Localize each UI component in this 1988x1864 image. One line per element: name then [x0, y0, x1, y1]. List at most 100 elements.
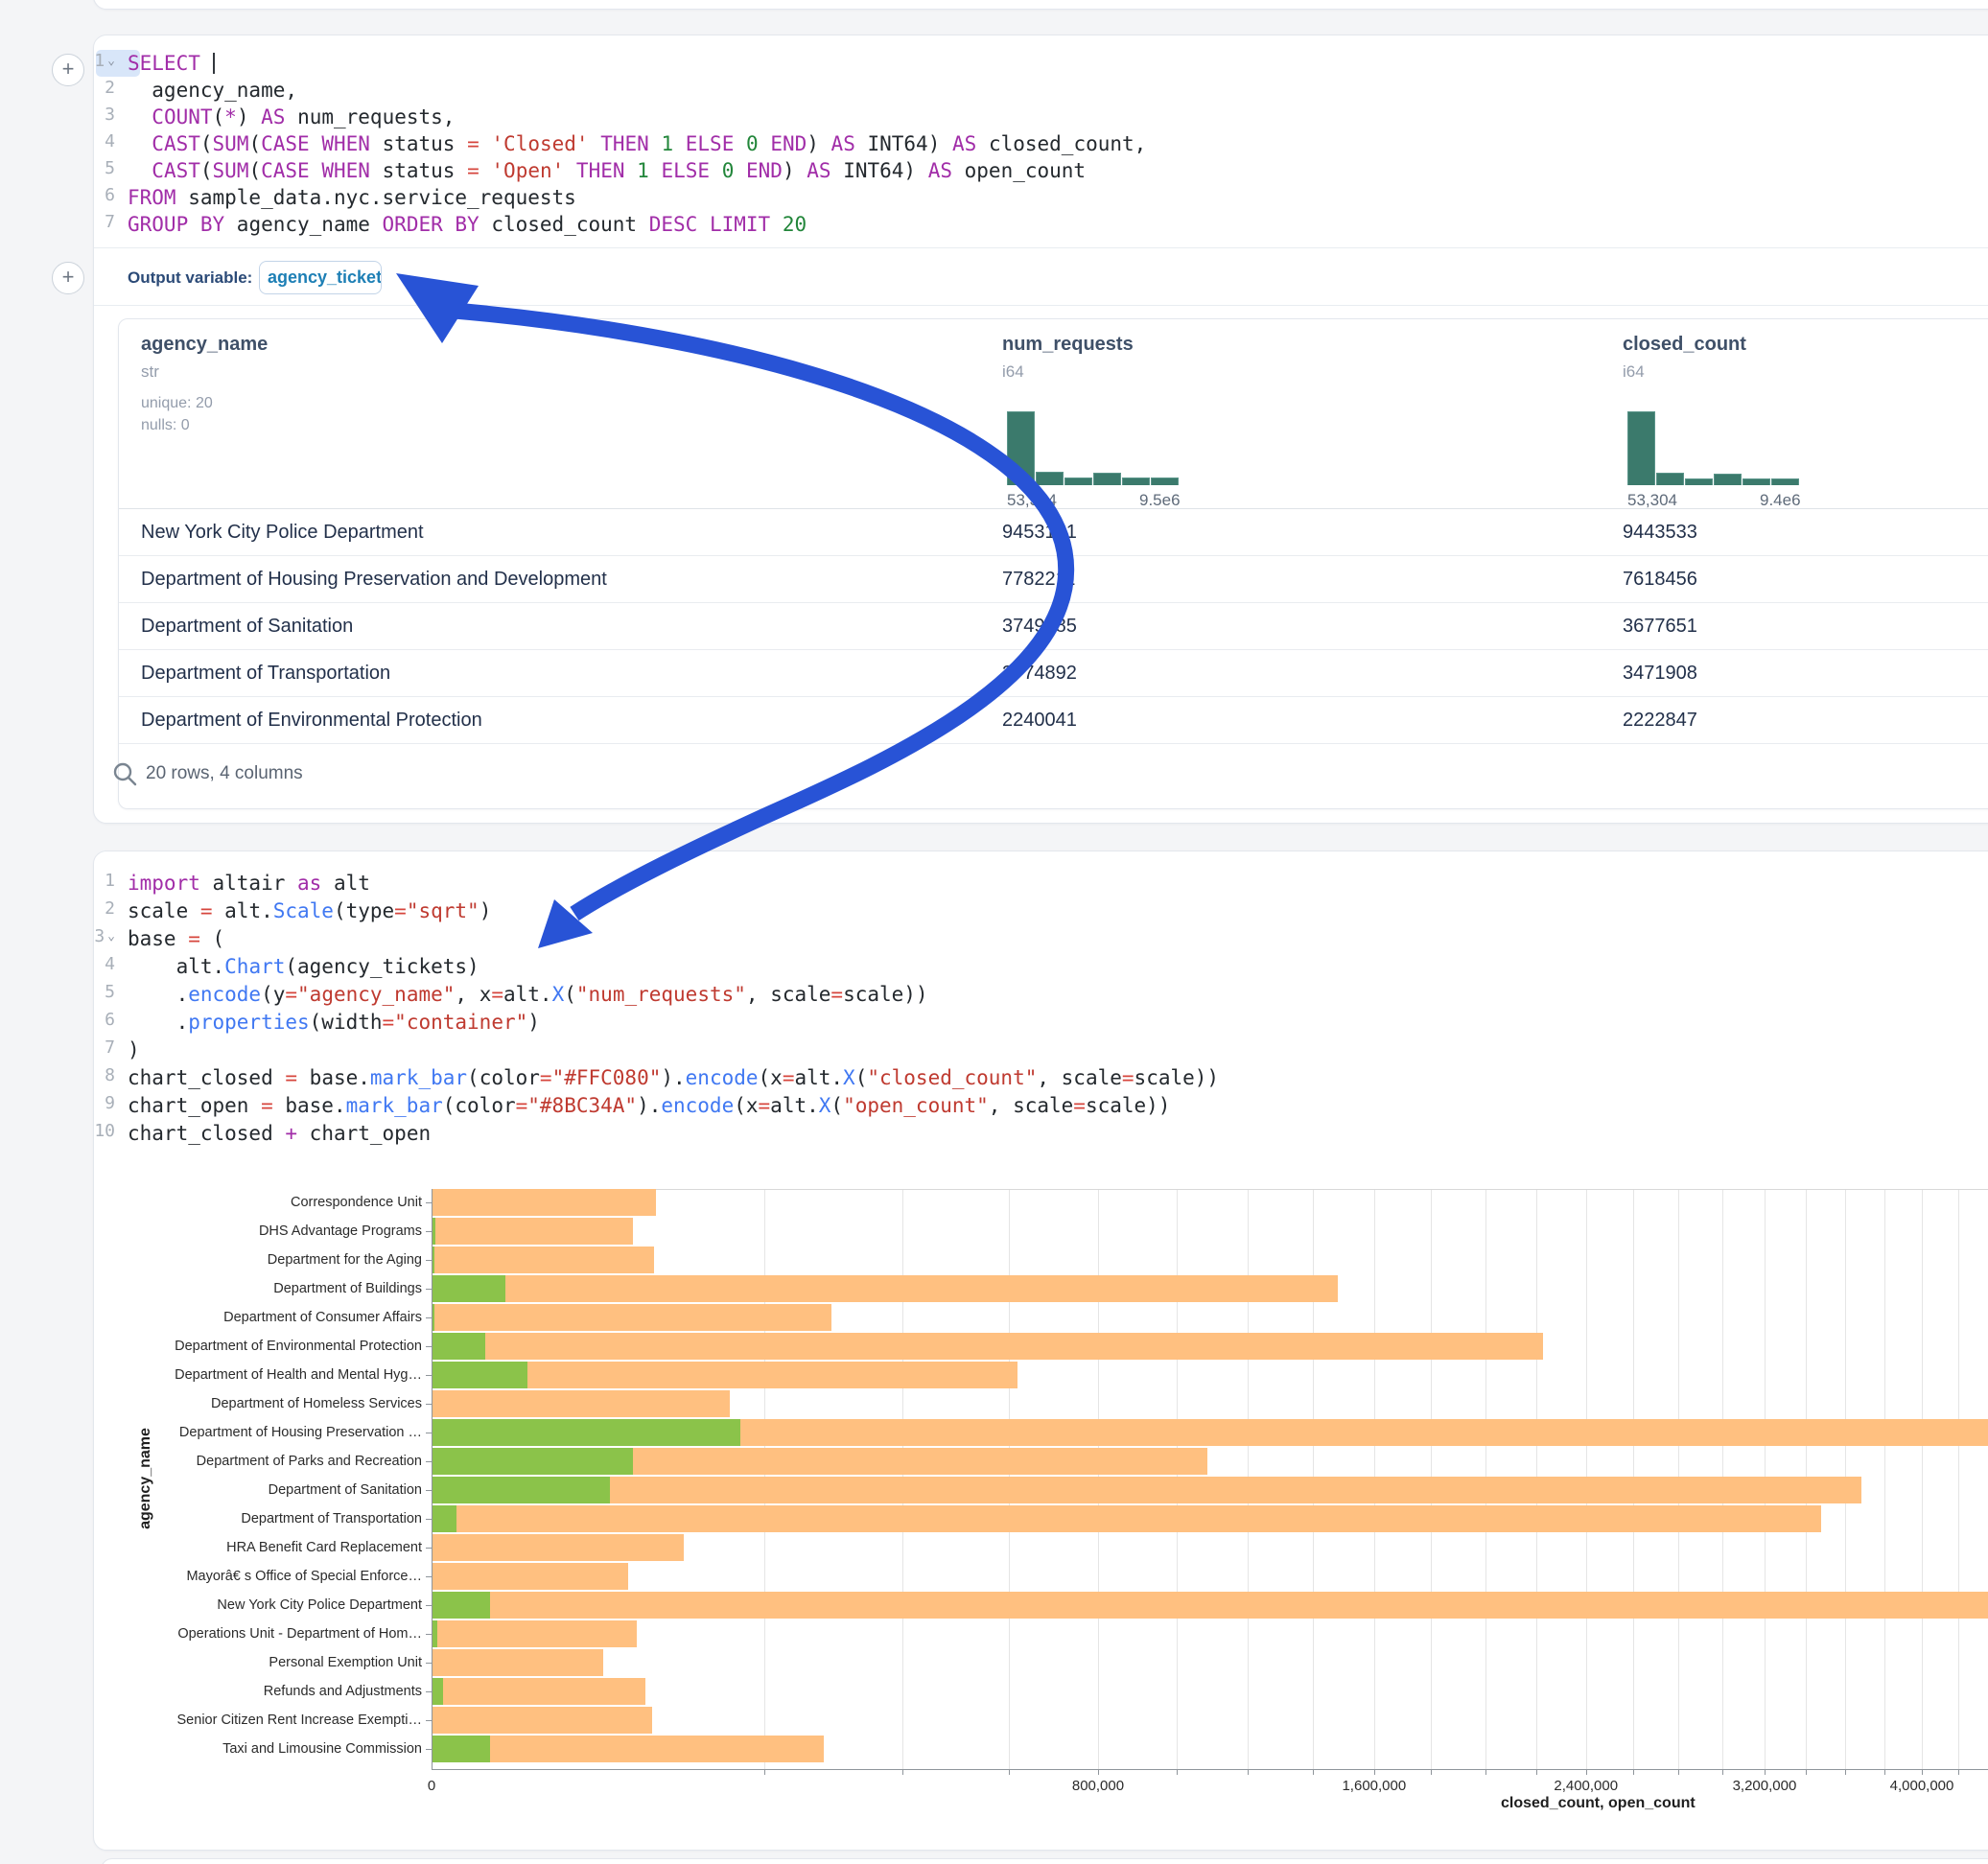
- histogram-bar: [1627, 411, 1655, 485]
- y-tick: [426, 1202, 432, 1203]
- code-token: COUNT: [152, 105, 212, 128]
- code-token: encode: [686, 1066, 759, 1089]
- bar-closed-count: [433, 1333, 1543, 1360]
- code-token: ): [527, 1011, 540, 1034]
- y-axis-label: Refunds and Adjustments: [163, 1684, 422, 1699]
- histogram-max-label: 9.5e6: [1139, 491, 1181, 510]
- y-tick: [426, 1691, 432, 1692]
- histogram-bar: [1036, 472, 1064, 485]
- previous-cell-bottom-edge: [93, 0, 1988, 10]
- bar-open-count: [433, 1333, 485, 1360]
- code-token: (x: [734, 1094, 758, 1117]
- code-token: (agency_tickets): [285, 955, 479, 978]
- bar-closed-count: [433, 1678, 645, 1705]
- python-code-line: chart_closed = base.mark_bar(color="#FFC…: [128, 1064, 1219, 1091]
- code-token: closed_count,: [976, 132, 1146, 155]
- bar-open-count: [433, 1247, 434, 1273]
- code-token: (color: [467, 1066, 540, 1089]
- code-token: , x: [455, 983, 491, 1006]
- gridline: [1922, 1189, 1923, 1769]
- y-tick: [426, 1375, 432, 1376]
- y-axis-label: Taxi and Limousine Commission: [163, 1741, 422, 1757]
- code-token: =: [540, 1066, 552, 1089]
- line-number: 5: [71, 982, 115, 1002]
- code-token: [649, 132, 662, 155]
- sql-code-line: FROM sample_data.nyc.service_requests: [128, 184, 576, 211]
- sql-code-line: GROUP BY agency_name ORDER BY closed_cou…: [128, 211, 807, 238]
- code-token: ELSE: [661, 159, 710, 182]
- code-token: status: [370, 159, 467, 182]
- y-axis-label: Department of Health and Mental Hyg…: [163, 1367, 422, 1383]
- plot-top-border: [432, 1189, 1988, 1190]
- code-token: FROM: [128, 186, 176, 209]
- bar-closed-count: [433, 1707, 652, 1734]
- code-token: WHEN: [321, 132, 370, 155]
- python-code-line: alt.Chart(agency_tickets): [128, 953, 479, 980]
- bar-open-count: [433, 1275, 505, 1302]
- code-token: =: [285, 1066, 297, 1089]
- code-token: [564, 159, 576, 182]
- code-token: base.: [273, 1094, 346, 1117]
- table-cell-closed-count: 3471908: [1623, 663, 1697, 685]
- table-cell-agency: Department of Sanitation: [141, 616, 353, 638]
- column-header: num_requests: [1002, 334, 1134, 356]
- collapse-caret-icon[interactable]: ⌄: [107, 54, 115, 68]
- code-token: =: [383, 1011, 395, 1034]
- bar-open-count: [433, 1736, 490, 1762]
- code-token: [697, 213, 710, 236]
- histogram-bar: [1093, 473, 1121, 485]
- code-token: AS: [952, 132, 976, 155]
- code-token: closed_count: [479, 213, 649, 236]
- output-variable-chip[interactable]: agency_tickets: [259, 261, 382, 294]
- code-token: alt.: [128, 955, 224, 978]
- code-token: ).: [637, 1094, 661, 1117]
- code-token: ): [128, 1038, 140, 1061]
- code-token: [200, 52, 213, 75]
- x-axis-label: 1,600,000: [1342, 1778, 1406, 1794]
- code-token: AS: [831, 132, 855, 155]
- y-tick: [426, 1548, 432, 1549]
- code-token: X: [819, 1094, 831, 1117]
- sql-code-line: COUNT(*) AS num_requests,: [128, 104, 455, 130]
- code-token: "#8BC34A": [527, 1094, 637, 1117]
- x-axis-label: 3,200,000: [1733, 1778, 1797, 1794]
- code-token: 1: [637, 159, 649, 182]
- y-axis-label: New York City Police Department: [163, 1597, 422, 1613]
- x-axis-label: 2,400,000: [1554, 1778, 1618, 1794]
- add-cell-button-middle[interactable]: +: [52, 262, 84, 294]
- code-token: THEN: [600, 132, 649, 155]
- histogram-min-label: 53,304: [1007, 491, 1057, 510]
- table-cell-num-requests: 7782211: [1002, 569, 1075, 591]
- search-icon[interactable]: [110, 759, 139, 788]
- histogram-bar: [1685, 478, 1713, 485]
- header-divider: [119, 508, 1988, 509]
- code-token: scale)): [843, 983, 928, 1006]
- y-tick: [426, 1490, 432, 1491]
- histogram-bar: [1151, 478, 1179, 485]
- collapse-caret-icon[interactable]: ⌄: [107, 929, 115, 944]
- code-token: CASE: [261, 132, 310, 155]
- code-token: GROUP BY: [128, 213, 224, 236]
- line-number: 4: [71, 131, 115, 151]
- code-token: =: [467, 132, 479, 155]
- code-token: "sqrt": [407, 899, 479, 922]
- python-code-line: import altair as alt: [128, 870, 370, 897]
- code-token: "container": [394, 1011, 527, 1034]
- bar-open-count: [433, 1304, 434, 1331]
- code-token: =: [261, 1094, 273, 1117]
- y-axis-label: Department of Consumer Affairs: [163, 1310, 422, 1325]
- code-token: scale: [128, 899, 200, 922]
- table-cell-closed-count: 2222847: [1623, 710, 1697, 732]
- code-token: chart_open: [297, 1122, 431, 1145]
- code-token: alt.: [503, 983, 552, 1006]
- code-token: 20: [783, 213, 807, 236]
- y-axis-label: Department of Sanitation: [163, 1482, 422, 1498]
- code-token: THEN: [576, 159, 625, 182]
- code-token: .: [128, 1011, 188, 1034]
- bar-open-count: [433, 1505, 456, 1532]
- histogram-bar: [1122, 478, 1150, 485]
- code-token: mark_bar: [346, 1094, 443, 1117]
- code-token: Chart: [224, 955, 285, 978]
- code-token: [128, 159, 152, 182]
- code-token: =: [1122, 1066, 1134, 1089]
